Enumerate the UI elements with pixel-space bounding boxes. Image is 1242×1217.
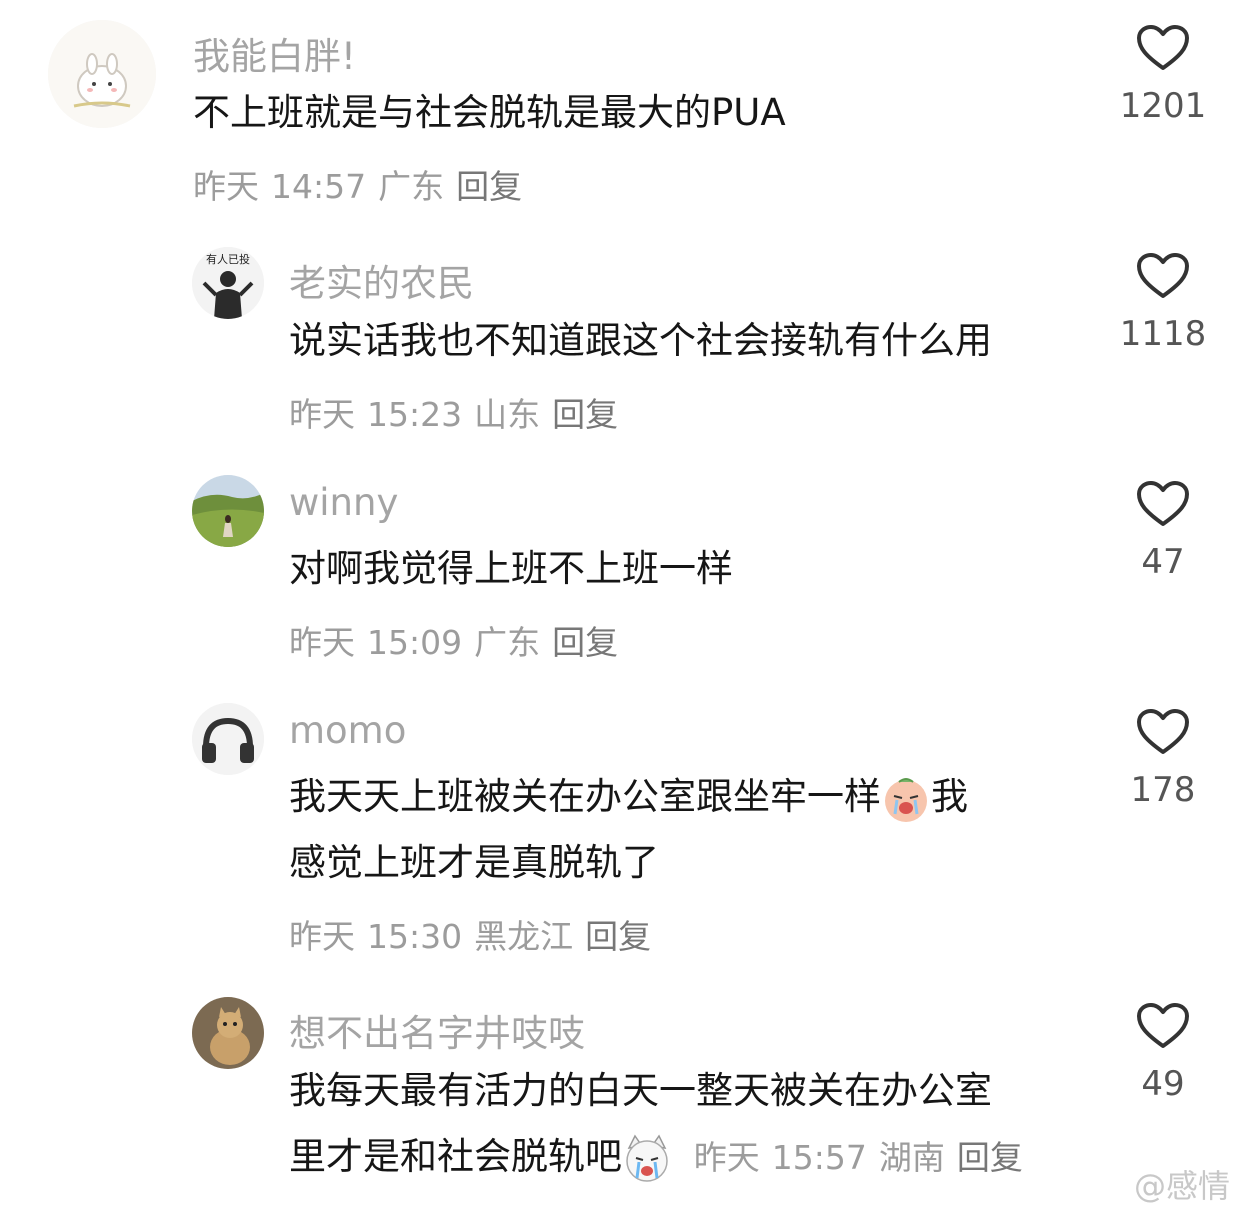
avatar[interactable] [192, 997, 264, 1069]
comment-meta: 昨天 15:09 广东 回复 [289, 616, 630, 664]
headphones-avatar-icon [192, 703, 264, 775]
like-button[interactable]: 47 [1103, 480, 1223, 582]
heart-outline-icon [1137, 253, 1189, 298]
crying-face-emoji [885, 777, 927, 822]
reply-button[interactable]: 回复 [552, 623, 618, 662]
crying-dog-emoji [626, 1134, 668, 1182]
reply-button[interactable]: 回复 [585, 917, 651, 956]
reply-button[interactable]: 回复 [957, 1138, 1023, 1177]
like-button[interactable]: 178 [1103, 708, 1223, 810]
comment-time: 15:23 [367, 395, 463, 434]
comment-time: 15:30 [367, 917, 463, 956]
reply-button[interactable]: 回复 [456, 167, 522, 206]
comment-location: 黑龙江 [474, 917, 574, 956]
like-count: 49 [1141, 1064, 1185, 1104]
comment-time: 15:09 [367, 623, 463, 662]
username[interactable]: momo [289, 709, 406, 752]
comment-location: 广东 [378, 167, 445, 206]
like-button[interactable]: 1118 [1103, 252, 1223, 354]
comment-location: 广东 [474, 623, 541, 662]
landscape-avatar-icon [192, 475, 264, 547]
comment-text-line: 感觉上班才是真脱轨了 [289, 841, 659, 884]
avatar[interactable] [48, 20, 156, 128]
like-count: 178 [1130, 770, 1196, 810]
comment-meta: 昨天 15:57 湖南 回复 [694, 1138, 1035, 1177]
like-count: 47 [1141, 542, 1185, 582]
comment-date: 昨天 [289, 623, 355, 662]
comment-text-line: 我天天上班被关在办公室跟坐牢一样 [289, 775, 881, 818]
comment-date: 昨天 [193, 167, 259, 206]
comment-text: 我每天最有活力的白天一整天被关在办公室 里才是和社会脱轨吧 昨天 15:57 湖南回… [289, 1058, 1035, 1191]
comment-text-line: 里才是和社会脱轨吧 [289, 1135, 622, 1178]
comment-meta: 昨天 14:57 广东 回复 [193, 160, 534, 208]
reply-button[interactable]: 回复 [552, 395, 618, 434]
cat-avatar-icon [192, 997, 264, 1069]
avatar[interactable] [192, 475, 264, 547]
comment-meta: 昨天 15:23 山东 回复 [289, 388, 630, 436]
comment-text: 不上班就是与社会脱轨是最大的PUA [193, 91, 786, 134]
heart-outline-icon [1137, 25, 1189, 70]
username[interactable]: 想不出名字井吱吱 [289, 1003, 585, 1057]
username[interactable]: 我能白胖! [193, 26, 356, 80]
like-count: 1201 [1119, 86, 1207, 126]
avatar[interactable] [192, 703, 264, 775]
like-button[interactable]: 1201 [1103, 24, 1223, 126]
like-count: 1118 [1119, 314, 1207, 354]
avatar-text: 有人已投 [206, 252, 250, 266]
comment-date: 昨天 [289, 917, 355, 956]
heart-outline-icon [1137, 481, 1189, 526]
bunny-avatar-icon [48, 20, 156, 128]
comment-text-line: 我每天最有活力的白天一整天被关在办公室 [289, 1069, 992, 1112]
like-button[interactable]: 49 [1103, 1002, 1223, 1104]
heart-outline-icon [1137, 709, 1189, 754]
person-avatar-icon: 有人已投 [192, 247, 264, 319]
comment-location: 山东 [474, 395, 541, 434]
username[interactable]: 老实的农民 [289, 253, 474, 307]
avatar[interactable]: 有人已投 [192, 247, 264, 319]
comment-time: 14:57 [271, 167, 367, 206]
comment-meta: 昨天 15:30 黑龙江 回复 [289, 910, 663, 958]
comment-text: 我天天上班被关在办公室跟坐牢一样 我 感觉上班才是真脱轨了 [289, 764, 968, 896]
username[interactable]: winny [289, 481, 398, 524]
comment-time: 15:57 [771, 1138, 867, 1177]
comment-text: 说实话我也不知道跟这个社会接轨有什么用 [289, 319, 992, 362]
comment-text-line: 我 [931, 775, 968, 818]
comment-location: 湖南 [878, 1138, 945, 1177]
comment-text: 对啊我觉得上班不上班一样 [289, 547, 733, 590]
watermark: @感情 [1133, 1167, 1230, 1205]
heart-outline-icon [1137, 1003, 1189, 1048]
comment-date: 昨天 [693, 1138, 760, 1177]
comment-date: 昨天 [289, 395, 355, 434]
